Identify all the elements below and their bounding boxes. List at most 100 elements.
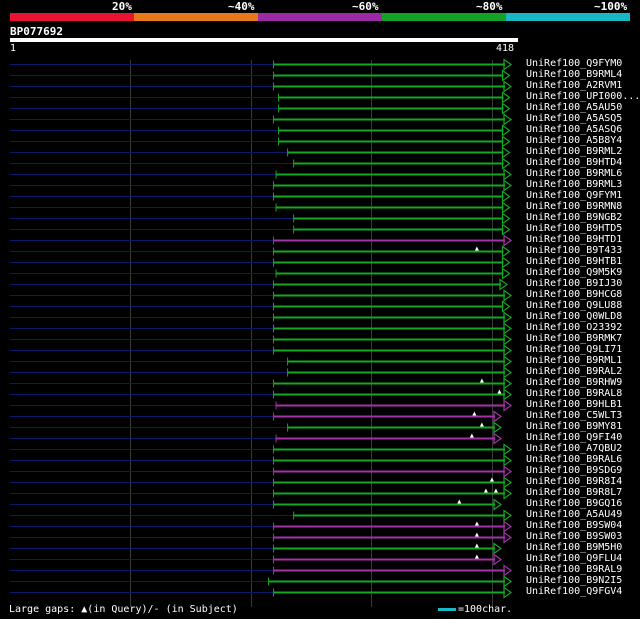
hit-label[interactable]: UniRef100_B9HLB1 [526,399,622,410]
hit-label[interactable]: UniRef100_B9RAL8 [526,388,622,399]
scale-bar-icon [438,607,456,611]
hit-label[interactable]: UniRef100_Q9FGV4 [526,586,622,597]
hit-label[interactable]: UniRef100_B9R8L7 [526,487,622,498]
hit-label[interactable]: UniRef100_B9RML3 [526,179,622,190]
hit-label[interactable]: UniRef100_B9RML2 [526,146,622,157]
hit-label[interactable]: UniRef100_B9SDG9 [526,465,622,476]
gaps-query: (in Query)/ [87,604,154,615]
hit-arrow [503,520,513,533]
hit-arrow [503,377,513,390]
hit-label[interactable]: UniRef100_Q9LI71 [526,344,622,355]
query-gap-marker [493,488,498,493]
hit-label[interactable]: UniRef100_A5ASQ5 [526,113,622,124]
query-gap-marker [497,389,502,394]
hit-label[interactable]: UniRef100_B9RAL6 [526,454,622,465]
query-gap-marker [474,532,479,537]
hit-arrow [503,575,513,588]
hit-arrow [503,289,513,302]
hit-label[interactable]: UniRef100_A5AU50 [526,102,622,113]
query-gap-marker [483,488,488,493]
hit-arrow [503,476,513,489]
hit-arrow [501,69,511,82]
hit-arrow [503,333,513,346]
hit-arrow [501,135,511,148]
hit-arrow [503,168,513,181]
hit-arrow [499,278,509,291]
hit-label[interactable]: UniRef100_B9RML6 [526,168,622,179]
hit-label[interactable]: UniRef100_Q0WLD8 [526,311,622,322]
hit-label[interactable]: UniRef100_B9HCG8 [526,289,622,300]
hit-label[interactable]: UniRef100_B9M5H0 [526,542,622,553]
hit-label[interactable]: UniRef100_B9HTD1 [526,234,622,245]
hit-label[interactable]: UniRef100_B9N2I5 [526,575,622,586]
scale-text: =100char. [458,604,513,615]
hit-arrow [501,91,511,104]
hit-label[interactable]: UniRef100_Q9M5K9 [526,267,622,278]
hit-arrow [501,300,511,313]
hit-arrow [493,421,502,434]
hit-label[interactable]: UniRef100_B9IJ30 [526,278,622,289]
hit-label[interactable]: UniRef100_Q9FLU4 [526,553,622,564]
hit-label[interactable]: UniRef100_B9RAL2 [526,366,622,377]
hit-label[interactable]: UniRef100_B9MY81 [526,421,622,432]
hit-arrow [503,487,513,500]
hit-arrow [503,586,513,599]
hit-label[interactable]: UniRef100_B9R8I4 [526,476,622,487]
hit-label[interactable]: UniRef100_Q9FI40 [526,432,622,443]
hit-label[interactable]: UniRef100_O23392 [526,322,622,333]
hit-label[interactable]: UniRef100_B9RML4 [526,69,622,80]
hit-label[interactable]: UniRef100_C5WLT3 [526,410,622,421]
hit-label[interactable]: UniRef100_B9RHW9 [526,377,622,388]
hit-arrow [501,256,511,269]
hit-arrow [503,344,513,357]
hit-arrow [503,322,513,335]
hit-label[interactable]: UniRef100_A5B8Y4 [526,135,622,146]
hit-label[interactable]: UniRef100_B9HTB1 [526,256,622,267]
hit-arrow [501,102,511,115]
hit-arrow [501,146,511,159]
gaps-subject: - (in Subject) [153,604,238,615]
hit-label[interactable]: UniRef100_A7QBU2 [526,443,622,454]
hit-label[interactable]: UniRef100_A2RVM1 [526,80,622,91]
query-gap-marker [474,543,479,548]
hit-arrow [503,443,513,456]
hit-arrow [503,311,513,324]
hit-arrow [501,201,511,214]
hit-label[interactable]: UniRef100_Q9FYM0 [526,58,622,69]
hit-label[interactable]: UniRef100_Q9FYM1 [526,190,622,201]
hit-label[interactable]: UniRef100_B9GQ16 [526,498,622,509]
hit-label[interactable]: UniRef100_B9HTD4 [526,157,622,168]
hit-arrow [493,542,502,555]
hit-label[interactable]: UniRef100_A5AU49 [526,509,622,520]
hit-label[interactable]: UniRef100_UPI000... [526,91,640,102]
gaps-legend: Large gaps: ▲(in Query)/- (in Subject) [9,604,238,616]
hit-arrow [493,432,502,445]
hit-arrow [493,410,502,423]
hit-arrow [501,212,511,225]
hit-label[interactable]: UniRef100_B9RMK7 [526,333,622,344]
query-gap-marker [469,433,474,438]
hit-arrow [501,245,511,258]
hit-label[interactable]: UniRef100_B9RMN8 [526,201,622,212]
hit-label[interactable]: UniRef100_B9T433 [526,245,622,256]
hit-arrow [503,454,513,467]
hit-label[interactable]: UniRef100_Q9LU88 [526,300,622,311]
hit-arrow [503,399,513,412]
hit-label[interactable]: UniRef100_A5ASQ6 [526,124,622,135]
hit-label[interactable]: UniRef100_B9SW04 [526,520,622,531]
gaps-prefix: Large gaps: [9,604,76,615]
hit-label[interactable]: UniRef100_B9RAL9 [526,564,622,575]
hit-arrow [501,124,511,137]
hit-label[interactable]: UniRef100_B9SW03 [526,531,622,542]
hit-label[interactable]: UniRef100_B9HTD5 [526,223,622,234]
query-gap-marker [489,477,494,482]
hit-arrow [501,157,511,170]
hit-arrow [501,267,511,280]
query-gap-marker [479,378,484,383]
hit-label[interactable]: UniRef100_B9NGB2 [526,212,622,223]
hit-arrow [503,113,513,126]
query-gap-marker [457,499,462,504]
hit-arrow [503,80,513,93]
hit-label[interactable]: UniRef100_B9RML1 [526,355,622,366]
hit-arrow [503,355,513,368]
